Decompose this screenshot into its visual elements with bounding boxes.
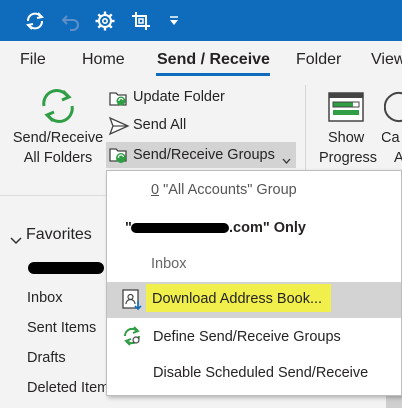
tab-send-receive[interactable]: Send / Receive [157, 51, 270, 69]
account-only-label: .com" Only [229, 220, 306, 236]
update-folder-icon [108, 88, 128, 113]
cancel-all-button[interactable]: Ca A [382, 86, 402, 170]
menu-item-disable-scheduled[interactable]: Disable Scheduled Send/Receive [107, 355, 401, 391]
download-address-book-label: Download Address Book... [152, 291, 323, 307]
send-receive-all-label-2: All Folders [23, 150, 93, 166]
send-all-icon [108, 116, 130, 141]
chevron-down-icon [282, 151, 291, 169]
redacted-email [131, 223, 229, 233]
send-all-button[interactable]: Send All [106, 114, 296, 138]
show-progress-button[interactable]: Show Progress [314, 86, 380, 170]
menu-inbox-label: Inbox [151, 256, 187, 272]
send-all-label: Send All [133, 117, 187, 133]
show-progress-label-2: Progress [319, 150, 378, 166]
all-accounts-label: "All Accounts" Group [159, 182, 297, 198]
ribbon-group-separator [305, 85, 306, 171]
send-receive-groups-menu: 0 "All Accounts" Group " .com" Only Inbo… [106, 170, 402, 396]
address-book-icon [121, 289, 143, 316]
tab-view[interactable]: View [371, 51, 402, 69]
tab-file[interactable]: File [20, 51, 46, 69]
folder-sent-items[interactable]: Sent Items [27, 320, 96, 336]
tab-home[interactable]: Home [82, 51, 125, 69]
send-receive-all-label-1: Send/Receive [12, 130, 104, 146]
menu-item-all-accounts-group[interactable]: 0 "All Accounts" Group [107, 171, 401, 207]
cancel-all-icon [383, 90, 402, 129]
update-folder-button[interactable]: Update Folder [106, 86, 296, 110]
undo-icon[interactable] [58, 0, 84, 41]
redacted-account-name [28, 262, 104, 274]
cancel-all-label-2: A [394, 150, 402, 166]
cancel-all-label-1: Ca [382, 130, 400, 146]
show-progress-label-1: Show [328, 130, 365, 146]
progress-window-icon [328, 92, 364, 127]
active-tab-indicator [156, 73, 270, 76]
menu-item-define-groups[interactable]: Define Send/Receive Groups [107, 318, 401, 354]
all-accounts-mnemonic: 0 [151, 182, 160, 198]
folder-deleted-items[interactable]: Deleted Items [27, 380, 116, 396]
define-groups-icon [121, 325, 143, 352]
customize-quick-access-dropdown-icon[interactable] [166, 0, 182, 41]
send-receive-all-folders-button[interactable]: Send/Receive All Folders [8, 86, 108, 170]
tab-folder[interactable]: Folder [296, 51, 341, 69]
title-bar [0, 0, 402, 41]
screen-capture-icon[interactable] [128, 0, 154, 41]
send-receive-groups-label: Send/Receive Groups [133, 147, 275, 163]
chevron-down-icon [10, 232, 22, 250]
menu-item-inbox[interactable]: Inbox [107, 245, 401, 281]
folder-inbox[interactable]: Inbox [27, 290, 62, 306]
menu-item-account-only[interactable]: " .com" Only [107, 209, 401, 245]
folder-drafts[interactable]: Drafts [27, 350, 66, 366]
settings-gear-icon[interactable] [92, 0, 118, 41]
send-receive-groups-button[interactable]: Send/Receive Groups [106, 142, 296, 168]
send-receive-groups-icon [108, 145, 130, 170]
favorites-label: Favorites [26, 226, 92, 243]
send-receive-all-icon [38, 88, 78, 129]
sync-icon[interactable] [22, 0, 48, 41]
disable-scheduled-label: Disable Scheduled Send/Receive [153, 365, 369, 381]
define-groups-label: Define Send/Receive Groups [153, 329, 341, 345]
favorites-header[interactable]: Favorites [10, 226, 106, 248]
update-folder-label: Update Folder [133, 89, 225, 105]
